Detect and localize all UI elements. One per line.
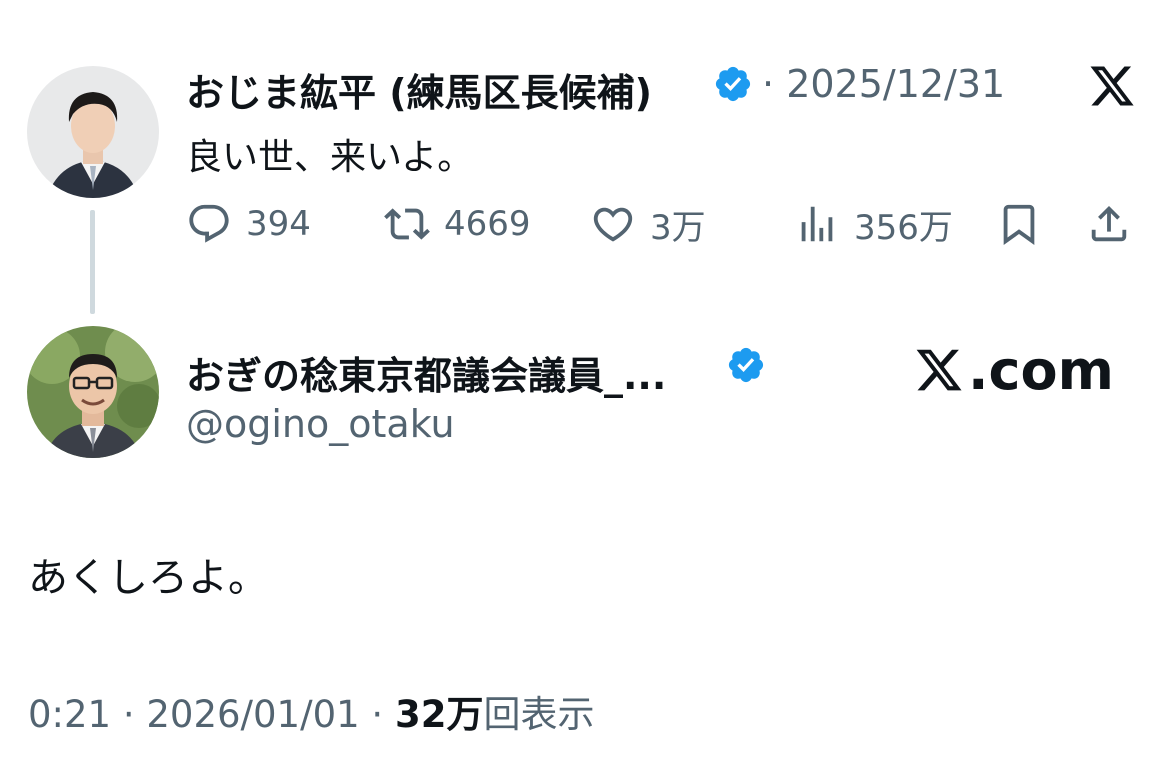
meta-separator: · <box>122 693 135 736</box>
x-logo-icon <box>916 349 962 391</box>
reply-icon <box>189 204 229 243</box>
views-number: 32万 <box>394 693 484 736</box>
main-tweet-text: あくしろよ。 <box>28 555 268 601</box>
meta-separator: · <box>371 693 384 736</box>
quoted-tweet-date[interactable]: · 2025/12/31 <box>762 62 1005 106</box>
retweet-button[interactable]: 4669 <box>384 200 531 248</box>
thread-connector-line <box>90 210 95 314</box>
views-count: 356万 <box>854 207 953 248</box>
verified-badge-icon <box>726 345 766 385</box>
x-com-label: .com <box>968 338 1114 402</box>
main-author-name[interactable]: おぎの稔東京都議会議員_... <box>186 345 666 400</box>
x-com-branding: .com <box>912 335 1114 405</box>
quoted-author-avatar[interactable] <box>27 66 159 198</box>
like-count: 3万 <box>650 207 706 248</box>
heart-icon <box>593 207 633 242</box>
verified-badge-icon <box>713 64 753 104</box>
retweet-count: 4669 <box>444 204 531 244</box>
views-icon <box>801 206 833 242</box>
views-button[interactable]: 356万 <box>794 200 953 248</box>
retweet-icon <box>384 208 430 240</box>
views-label: 回表示 <box>483 693 595 736</box>
like-button[interactable]: 3万 <box>590 200 706 248</box>
reply-button[interactable]: 394 <box>186 200 311 248</box>
quoted-tweet-text: 良い世、来いよ。 <box>186 137 474 178</box>
date-separator: · <box>762 62 775 106</box>
main-author-avatar[interactable] <box>27 326 159 458</box>
bookmark-button[interactable] <box>996 200 1042 248</box>
reply-count: 394 <box>246 204 311 244</box>
bookmark-icon <box>1003 204 1035 245</box>
quoted-author-name[interactable]: おじま紘平 (練馬区長候補) <box>186 62 652 117</box>
tweet-time[interactable]: 0:21 <box>28 693 111 736</box>
share-icon <box>1091 205 1127 242</box>
tweet-meta: 0:21 · 2026/01/01 · 32万回表示 <box>28 684 594 738</box>
main-author-handle[interactable]: @ogino_otaku <box>186 402 455 446</box>
tweet-date[interactable]: 2026/01/01 <box>146 693 359 736</box>
x-logo-icon[interactable] <box>1086 62 1138 110</box>
date-text: 2025/12/31 <box>786 62 1006 106</box>
share-button[interactable] <box>1086 200 1132 248</box>
